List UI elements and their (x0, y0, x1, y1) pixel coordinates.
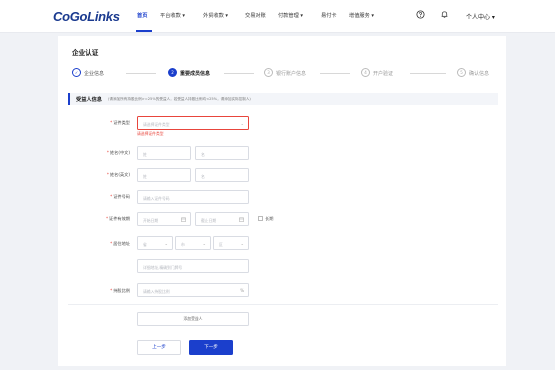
name-en-first-input[interactable]: 名 (195, 168, 249, 182)
long-term-checkbox[interactable] (258, 216, 263, 221)
step-connector (320, 72, 350, 74)
chevron-down-icon: ⌄ (240, 240, 244, 246)
section-title: 受益人信息 (76, 97, 102, 103)
name-cn-last-input[interactable]: 姓 (137, 146, 191, 160)
nav-active-indicator (136, 30, 152, 32)
id-number-input[interactable]: 请输入证件号码 (137, 190, 249, 204)
brand-logo[interactable]: CoGoLinks (53, 9, 120, 24)
address-label: *居住地址 (110, 241, 130, 246)
chevron-down-icon: ⌄ (240, 120, 244, 126)
name-en-label: *姓名(英文) (106, 172, 130, 177)
step-1-label: 企业信息 (84, 71, 105, 77)
nav-value-added-services[interactable]: 增值服务 ▾ (349, 12, 374, 19)
validity-end-input[interactable]: 截止日期 (195, 212, 249, 226)
id-type-label: *证件类型 (110, 120, 130, 125)
address-detail-input[interactable]: 详细地址,精确到门牌号 (137, 259, 249, 273)
step-4-circle: 4 (361, 68, 370, 77)
validity-label: *证件有效期 (105, 216, 130, 221)
step-2-circle: 2 (168, 68, 177, 77)
long-term-label: 长期 (265, 216, 274, 221)
chevron-down-icon: ⌄ (164, 240, 168, 246)
divider (68, 304, 498, 305)
share-input[interactable]: 请输入持股比例 % (137, 283, 249, 297)
percent-suffix: % (240, 287, 244, 293)
step-2-label: 重要成员信息 (180, 71, 211, 77)
nav-home[interactable]: 首页 (137, 12, 147, 19)
user-center-menu[interactable]: 个人中心 ▾ (466, 12, 495, 21)
name-cn-label: *姓名(中文) (106, 150, 130, 155)
calendar-icon (239, 217, 244, 222)
previous-step-button[interactable]: 上一步 (137, 340, 181, 355)
section-header: 受益人信息 (请添加所有持股比例>=25%的受益人，若受益人持股比例均<25%，… (68, 93, 498, 105)
province-select[interactable]: 省 ⌄ (137, 236, 173, 250)
bell-icon[interactable] (440, 10, 449, 19)
help-icon[interactable] (416, 10, 425, 19)
district-select[interactable]: 区 ⌄ (213, 236, 249, 250)
step-connector (410, 72, 446, 74)
nav-payment-management[interactable]: 付款管理 ▾ (278, 12, 303, 19)
step-connector (224, 72, 254, 74)
calendar-icon (181, 217, 186, 222)
top-navigation-bar: CoGoLinks 首页 平台收款 ▾ 外贸收款 ▾ 交易对账 付款管理 ▾ 易… (0, 0, 555, 33)
id-number-label: *证件号码 (110, 194, 130, 199)
step-3-label: 银行账户信息 (276, 71, 307, 77)
next-step-button[interactable]: 下一步 (189, 340, 233, 355)
step-connector (126, 72, 156, 74)
add-beneficiary-button[interactable]: 添加受益人 (137, 312, 249, 326)
name-cn-first-input[interactable]: 名 (195, 146, 249, 160)
nav-card[interactable]: 易付卡 (321, 12, 337, 19)
section-note: (请添加所有持股比例>=25%的受益人，若受益人持股比例均<25%，请添加实际控… (108, 96, 251, 101)
nav-reconciliation[interactable]: 交易对账 (245, 12, 266, 19)
step-5-label: 确认信息 (469, 71, 490, 77)
page-title: 企业认证 (72, 49, 99, 57)
step-5-circle: 5 (457, 68, 466, 77)
id-type-select[interactable]: 请选择证件类型 ⌄ (137, 116, 249, 130)
share-label: *持股比例 (110, 288, 130, 293)
validity-start-input[interactable]: 开始日期 (137, 212, 191, 226)
step-4-label: 开户验证 (373, 71, 394, 77)
name-en-last-input[interactable]: 姓 (137, 168, 191, 182)
nav-platform-collection[interactable]: 平台收款 ▾ (160, 12, 185, 19)
step-1-check-icon: ✓ (72, 68, 81, 77)
id-type-error: 请选择证件类型 (137, 131, 164, 136)
main-card (58, 36, 506, 366)
chevron-down-icon: ⌄ (202, 240, 206, 246)
step-3-circle: 3 (264, 68, 273, 77)
nav-trade-collection[interactable]: 外贸收款 ▾ (203, 12, 228, 19)
city-select[interactable]: 市 ⌄ (175, 236, 211, 250)
